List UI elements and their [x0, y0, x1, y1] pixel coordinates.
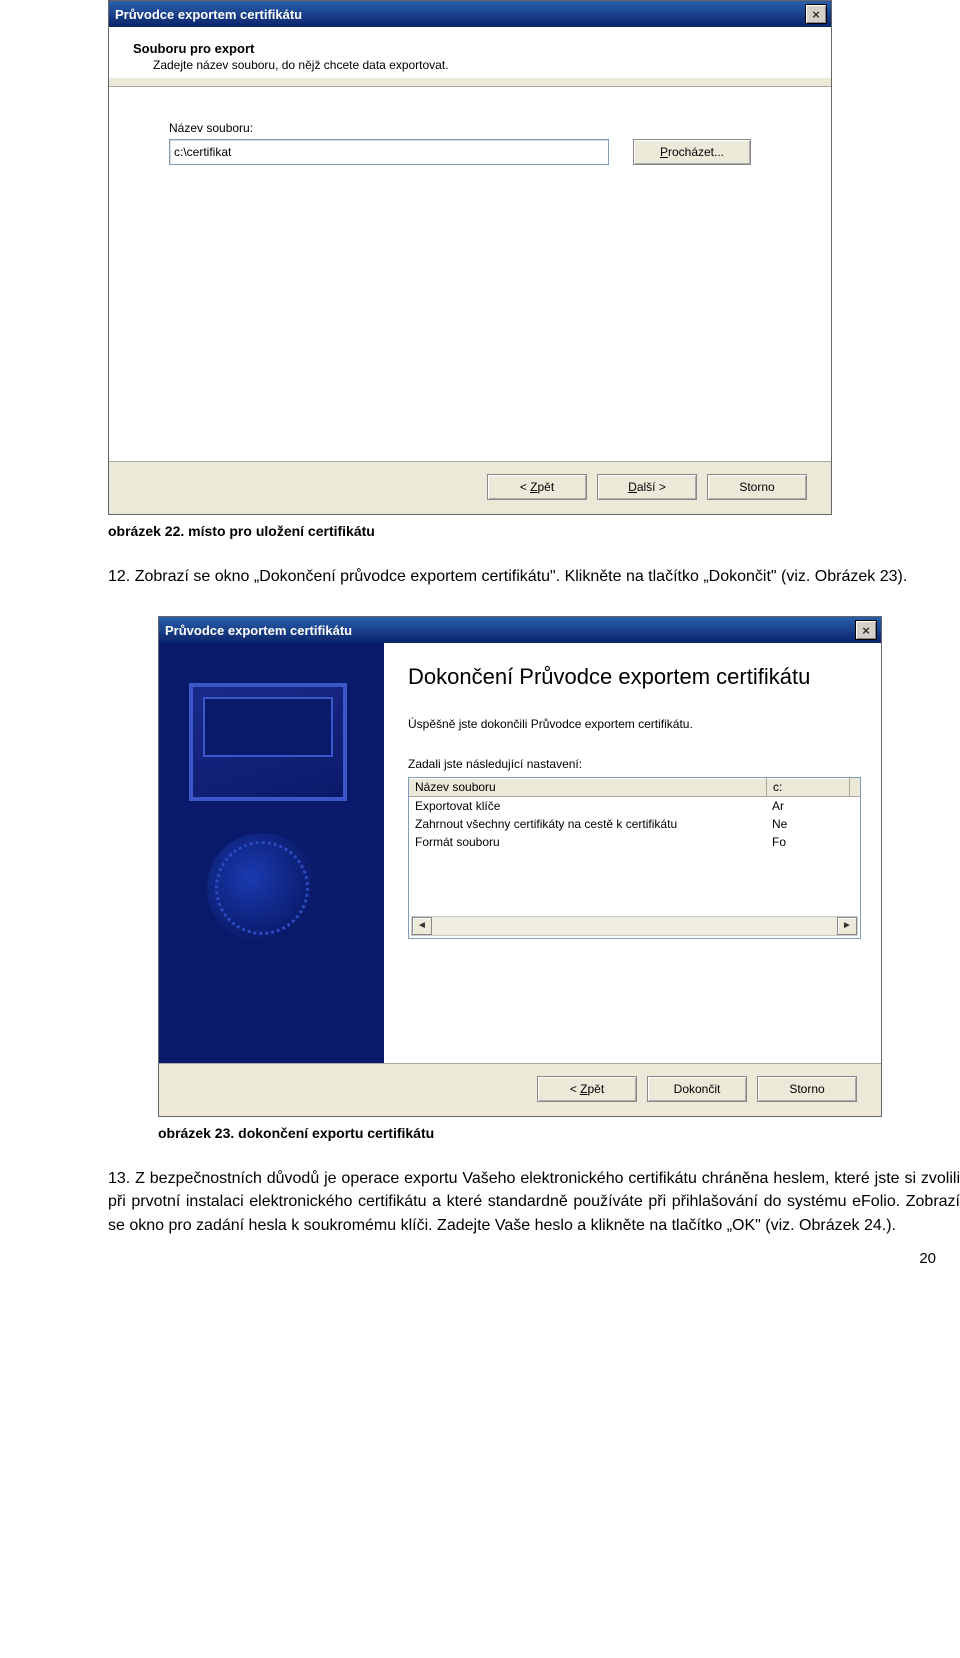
dialog1-heading: Souboru pro export: [133, 41, 807, 56]
dialog1-title: Průvodce exportem certifikátu: [115, 7, 302, 22]
step-13-text: 13. Z bezpečnostních důvodů je operace e…: [108, 1167, 960, 1237]
dialog1-button-row: < Zpět Další > Storno: [109, 461, 831, 514]
cell: c:: [767, 778, 850, 796]
wizard-sidebar-graphic: [159, 643, 384, 1063]
wizard-finish-heading: Dokončení Průvodce exportem certifikátu: [408, 663, 861, 691]
back-button[interactable]: < Zpět: [537, 1076, 637, 1102]
file-name-input[interactable]: [169, 139, 609, 165]
scroll-right-icon[interactable]: ►: [837, 917, 857, 935]
browse-button[interactable]: Procházet...: [633, 139, 751, 165]
figure-22-caption: obrázek 22. místo pro uložení certifikát…: [108, 523, 960, 539]
browse-label-rest: rocházet...: [668, 145, 724, 159]
finish-button[interactable]: Dokončit: [647, 1076, 747, 1102]
cell: Název souboru: [409, 778, 767, 796]
listview-row: Formát souboruFo: [409, 833, 860, 851]
page-number: 20: [919, 1250, 936, 1267]
cancel-button[interactable]: Storno: [757, 1076, 857, 1102]
dialog2-button-row: < Zpět Dokončit Storno: [159, 1063, 881, 1116]
listview-row: Exportovat klíčeAr: [409, 797, 860, 815]
listview-row: Název souboruc:: [409, 778, 860, 797]
dialog1-titlebar[interactable]: Průvodce exportem certifikátu ×: [109, 1, 831, 27]
listview-row: Zahrnout všechny certifikáty na cestě k …: [409, 815, 860, 833]
wizard-settings-label: Zadali jste následující nastavení:: [408, 757, 861, 771]
file-name-label: Název souboru:: [169, 121, 801, 135]
cell: Exportovat klíče: [409, 797, 766, 815]
settings-listview[interactable]: Název souboruc: Exportovat klíčeAr Zahrn…: [408, 777, 861, 939]
export-wizard-file-dialog: Průvodce exportem certifikátu × Souboru …: [108, 0, 832, 515]
cancel-button[interactable]: Storno: [707, 474, 807, 500]
horizontal-scrollbar[interactable]: ◄ ►: [411, 916, 858, 936]
wizard-success-text: Úspěšně jste dokončili Průvodce exportem…: [408, 717, 861, 731]
cell: Formát souboru: [409, 833, 766, 851]
scroll-left-icon[interactable]: ◄: [412, 917, 432, 935]
scroll-track[interactable]: [432, 918, 837, 934]
close-icon[interactable]: ×: [805, 4, 827, 24]
cell: Ne: [766, 815, 848, 833]
cell: Zahrnout všechny certifikáty na cestě k …: [409, 815, 766, 833]
cell: Fo: [766, 833, 848, 851]
back-button[interactable]: < Zpět: [487, 474, 587, 500]
cell: Ar: [766, 797, 848, 815]
dialog2-titlebar[interactable]: Průvodce exportem certifikátu ×: [159, 617, 881, 643]
dialog2-title: Průvodce exportem certifikátu: [165, 623, 352, 638]
figure-23-caption: obrázek 23. dokončení exportu certifikát…: [158, 1125, 960, 1141]
export-wizard-finish-dialog: Průvodce exportem certifikátu × Dokončen…: [158, 616, 882, 1117]
next-button[interactable]: Další >: [597, 474, 697, 500]
step-12-text: 12. Zobrazí se okno „Dokončení průvodce …: [108, 565, 938, 588]
close-icon[interactable]: ×: [855, 620, 877, 640]
dialog1-subheading: Zadejte název souboru, do nějž chcete da…: [153, 58, 807, 72]
